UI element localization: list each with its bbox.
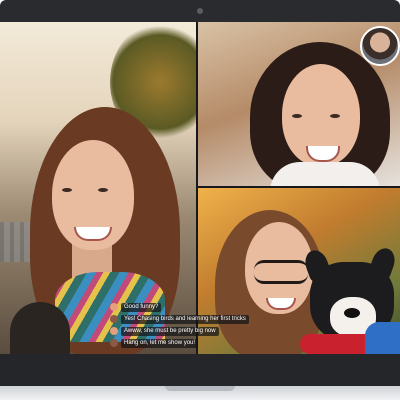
participant-hoodie [365,322,400,354]
participant-shirt [270,162,380,186]
caption-line: Yes! Chasing birds and learning her firs… [110,314,260,324]
dog-nose [344,308,360,318]
laptop-frame: Good funny? Yes! Chasing birds and learn… [0,0,400,386]
caption-text: Yes! Chasing birds and learning her firs… [121,314,249,324]
live-captions: Good funny? Yes! Chasing birds and learn… [110,302,260,350]
caption-line: Awww, she must be pretty big now [110,326,260,336]
video-call-screen: Good funny? Yes! Chasing birds and learn… [0,22,400,354]
participant-eye-right [98,188,108,192]
caption-avatar [110,339,118,347]
caption-text: Hang on, let me show you! [121,338,199,348]
caption-line: Good funny? [110,302,260,312]
laptop-base-notch [165,386,235,391]
screen-bezel-bottom [0,354,400,386]
caption-text: Awww, she must be pretty big now [121,326,219,336]
glasses-icon [254,260,308,284]
self-view-avatar[interactable] [360,26,400,66]
participant-eye-left [62,188,72,192]
video-tile-top-right[interactable] [198,22,400,186]
participant-eye-left [292,114,302,118]
caption-avatar [110,315,118,323]
participant-eye-right [330,114,340,118]
caption-avatar [110,327,118,335]
caption-text: Good funny? [121,302,162,312]
participant-jacket [10,302,70,354]
camera-icon [197,8,203,14]
caption-line: Hang on, let me show you! [110,338,260,348]
caption-avatar [110,303,118,311]
